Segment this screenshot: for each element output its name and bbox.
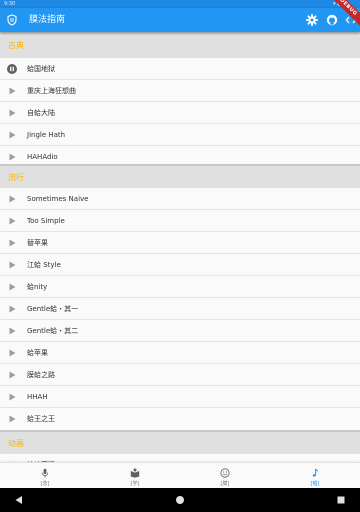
song-title: 蛤蛤蓄嗯 (27, 454, 55, 462)
song-title: 蛤苹果 (27, 349, 48, 357)
play-icon[interactable] (7, 86, 17, 96)
play-icon[interactable] (7, 216, 17, 226)
song-title: 膜蛤之路 (27, 371, 55, 379)
mic-icon (41, 468, 49, 478)
section-title: 动画 (8, 439, 24, 448)
status-time: 9:30 (4, 1, 16, 7)
section-header-classical: 古典 (0, 32, 360, 58)
song-title: 蛤nity (27, 283, 48, 291)
list-item[interactable]: 重庆上海狂想曲 (0, 80, 360, 102)
section-header-pop: 流行 (0, 164, 360, 190)
song-title: 替苹果 (27, 239, 48, 247)
play-icon[interactable] (7, 304, 17, 314)
bottom-navigation: [念] [学] [膜] [唱] (0, 462, 360, 488)
list-item[interactable]: 蛤nity (0, 276, 360, 298)
list-item[interactable]: 膜蛤之路 (0, 364, 360, 386)
smile-icon (220, 468, 230, 478)
nav-label: [膜] (220, 481, 230, 487)
list-item[interactable]: Sometimes Naive (0, 188, 360, 210)
play-icon[interactable] (7, 326, 17, 336)
list-item[interactable]: 替苹果 (0, 232, 360, 254)
song-title: 江蛤 Style (27, 261, 61, 269)
play-icon[interactable] (7, 282, 17, 292)
play-icon[interactable] (7, 152, 17, 162)
app-bar: 膜法指南 (0, 8, 360, 32)
recents-icon[interactable] (336, 495, 346, 505)
play-icon[interactable] (7, 370, 17, 380)
app-logo-icon (7, 14, 17, 26)
play-icon[interactable] (7, 108, 17, 118)
song-title: 重庆上海狂想曲 (27, 87, 76, 95)
page-title: 膜法指南 (29, 15, 66, 25)
status-bar: 9:30 ▾ ▮ (0, 0, 360, 8)
song-title: Sometimes Naive (27, 195, 89, 203)
app-screen: 9:30 ▾ ▮ DEBUG 膜法指南 古典 蛤国地狱 重庆上海狂想曲 自蛤大陆… (0, 0, 360, 512)
song-title: 蛤国地狱 (27, 65, 55, 73)
nav-label: [唱] (310, 481, 320, 487)
list-item[interactable]: 江蛤 Style (0, 254, 360, 276)
song-title: HHAH (27, 393, 48, 401)
section-header-anime: 动画 (0, 430, 360, 456)
song-title: Gentle蛤・其二 (27, 327, 79, 335)
list-item[interactable]: Jingle Hath (0, 124, 360, 146)
song-title: Jingle Hath (27, 131, 66, 139)
nav-tab-learn[interactable]: [学] (90, 463, 180, 489)
nav-label: [学] (130, 481, 140, 487)
list-item[interactable]: Gentle蛤・其一 (0, 298, 360, 320)
pause-circle-icon[interactable] (7, 64, 17, 74)
nav-tab-sing[interactable]: [唱] (270, 463, 360, 489)
play-icon[interactable] (7, 238, 17, 248)
list-item[interactable]: 蛤国地狱 (0, 58, 360, 80)
play-icon[interactable] (7, 414, 17, 424)
github-icon[interactable] (326, 14, 338, 26)
section-title: 流行 (8, 173, 24, 182)
system-navigation-bar (0, 488, 360, 512)
book-icon (130, 468, 140, 478)
song-title: 自蛤大陆 (27, 109, 55, 117)
play-icon[interactable] (7, 194, 17, 204)
list-item[interactable]: 蛤苹果 (0, 342, 360, 364)
music-note-icon (312, 468, 319, 477)
list-item[interactable]: Gentle蛤・其二 (0, 320, 360, 342)
play-icon[interactable] (7, 348, 17, 358)
list-item[interactable]: Too Simple (0, 210, 360, 232)
home-icon[interactable] (175, 495, 185, 505)
back-icon[interactable] (14, 495, 24, 505)
nav-label: [念] (40, 481, 50, 487)
song-list[interactable]: 古典 蛤国地狱 重庆上海狂想曲 自蛤大陆 Jingle Hath HAHAdio… (0, 32, 360, 462)
nav-tab-read[interactable]: [念] (0, 463, 90, 489)
list-item[interactable]: 蛤王之王 (0, 408, 360, 430)
song-title: Too Simple (27, 217, 65, 225)
nav-tab-worship[interactable]: [膜] (180, 463, 270, 489)
play-icon[interactable] (7, 392, 17, 402)
song-title: 蛤王之王 (27, 415, 55, 423)
gear-icon[interactable] (306, 14, 318, 26)
song-title: Gentle蛤・其一 (27, 305, 79, 313)
list-item[interactable]: HHAH (0, 386, 360, 408)
play-icon[interactable] (7, 260, 17, 270)
list-item[interactable]: 蛤蛤蓄嗯 (0, 454, 360, 462)
section-title: 古典 (8, 41, 24, 50)
play-icon[interactable] (7, 130, 17, 140)
list-item[interactable]: 自蛤大陆 (0, 102, 360, 124)
